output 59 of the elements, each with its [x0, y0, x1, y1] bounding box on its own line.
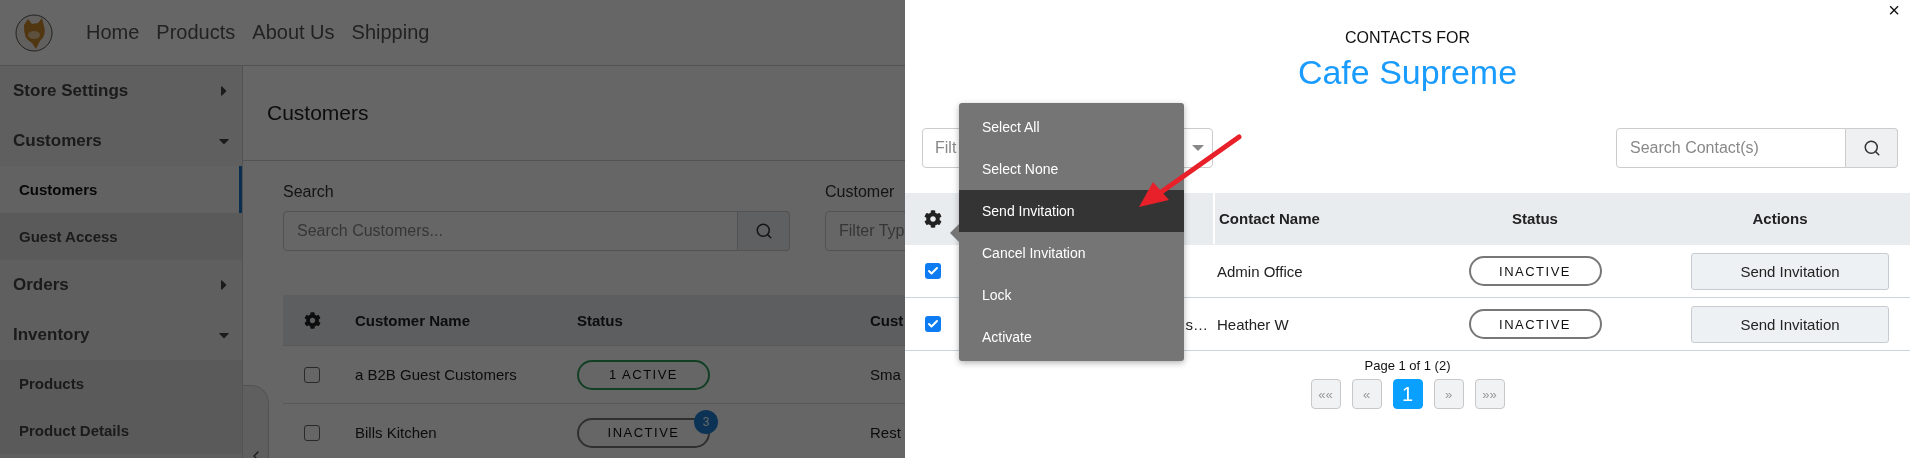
menu-item[interactable]: Lock: [959, 274, 1184, 316]
menu-item[interactable]: Activate: [959, 316, 1184, 358]
page-button[interactable]: 1: [1392, 379, 1423, 409]
field-label: Search: [283, 183, 335, 201]
page-button[interactable]: ««: [1310, 379, 1341, 409]
page-button[interactable]: «: [1351, 379, 1382, 409]
check-icon: [926, 318, 939, 330]
count-badge: 3: [694, 409, 718, 434]
sidebar-item[interactable]: Product Details: [0, 407, 242, 454]
menu-item[interactable]: Send Invitation: [959, 190, 1184, 232]
table-cell-text: Rest: [869, 424, 902, 441]
table-cell-text: Sma: [869, 366, 902, 383]
check-icon: [926, 265, 939, 277]
table-cell: Heather W: [1217, 315, 1289, 333]
search-icon: [1862, 139, 1881, 157]
menu-item[interactable]: Select None: [959, 148, 1184, 190]
nav-link[interactable]: About Us: [252, 21, 335, 44]
checkbox[interactable]: [924, 316, 941, 332]
checkbox[interactable]: [304, 366, 320, 383]
sidebar-group[interactable]: Customers: [0, 116, 242, 166]
field-label: Customer: [825, 183, 896, 201]
table-cell-text: s…: [1185, 315, 1209, 333]
sidebar-group[interactable]: Store Settings: [0, 66, 242, 116]
menu-item[interactable]: Select All: [959, 106, 1184, 148]
checkbox[interactable]: [924, 263, 941, 279]
nav-link[interactable]: Home: [86, 21, 140, 44]
checkbox[interactable]: [304, 424, 320, 441]
search-button[interactable]: [1846, 128, 1898, 168]
status-pill: INACTIVE: [1468, 256, 1602, 286]
column-header: Status: [576, 311, 624, 329]
table-cell-text: a B2B Guest Customers: [354, 366, 518, 383]
status-pill: INACTIVE: [1468, 309, 1602, 339]
logo-icon: [14, 12, 54, 53]
table-cell: Admin Office: [1217, 262, 1303, 280]
settings-icon[interactable]: [923, 209, 942, 228]
close-button[interactable]: ×: [1885, 0, 1903, 20]
page-button[interactable]: »»: [1474, 379, 1505, 409]
column-header: Status: [1511, 209, 1559, 229]
sidebar-group[interactable]: Orders: [0, 260, 242, 310]
nav-link[interactable]: Products: [156, 21, 236, 44]
sidebar-item[interactable]: Products: [0, 360, 242, 407]
send-invitation-button[interactable]: Send Invitation: [1691, 252, 1889, 290]
status-pill: 1 ACTIVE: [577, 359, 710, 390]
sidebar-item[interactable]: Guest Access: [0, 213, 242, 260]
table-cell-text: Bills Kitchen: [354, 424, 438, 441]
page-button[interactable]: »: [1433, 379, 1464, 409]
sidebar-group[interactable]: Inventory: [0, 310, 242, 360]
search-button[interactable]: [738, 211, 790, 251]
nav-link[interactable]: Shipping: [351, 21, 430, 44]
column-header: Actions: [1751, 209, 1809, 229]
customer-name: Cafe Supreme: [1296, 53, 1519, 92]
menu-item[interactable]: Cancel Invitation: [959, 232, 1184, 274]
send-invitation-button[interactable]: Send Invitation: [1691, 305, 1889, 343]
column-header: Cust: [869, 311, 905, 329]
search-field[interactable]: Search Contact(s): [1616, 128, 1846, 168]
page-summary: Page 1 of 1 (2): [1364, 358, 1451, 373]
panel-heading: CONTACTS FOR: [1344, 29, 1471, 47]
search-icon: [754, 222, 773, 240]
column-header: Customer Name: [354, 311, 472, 329]
